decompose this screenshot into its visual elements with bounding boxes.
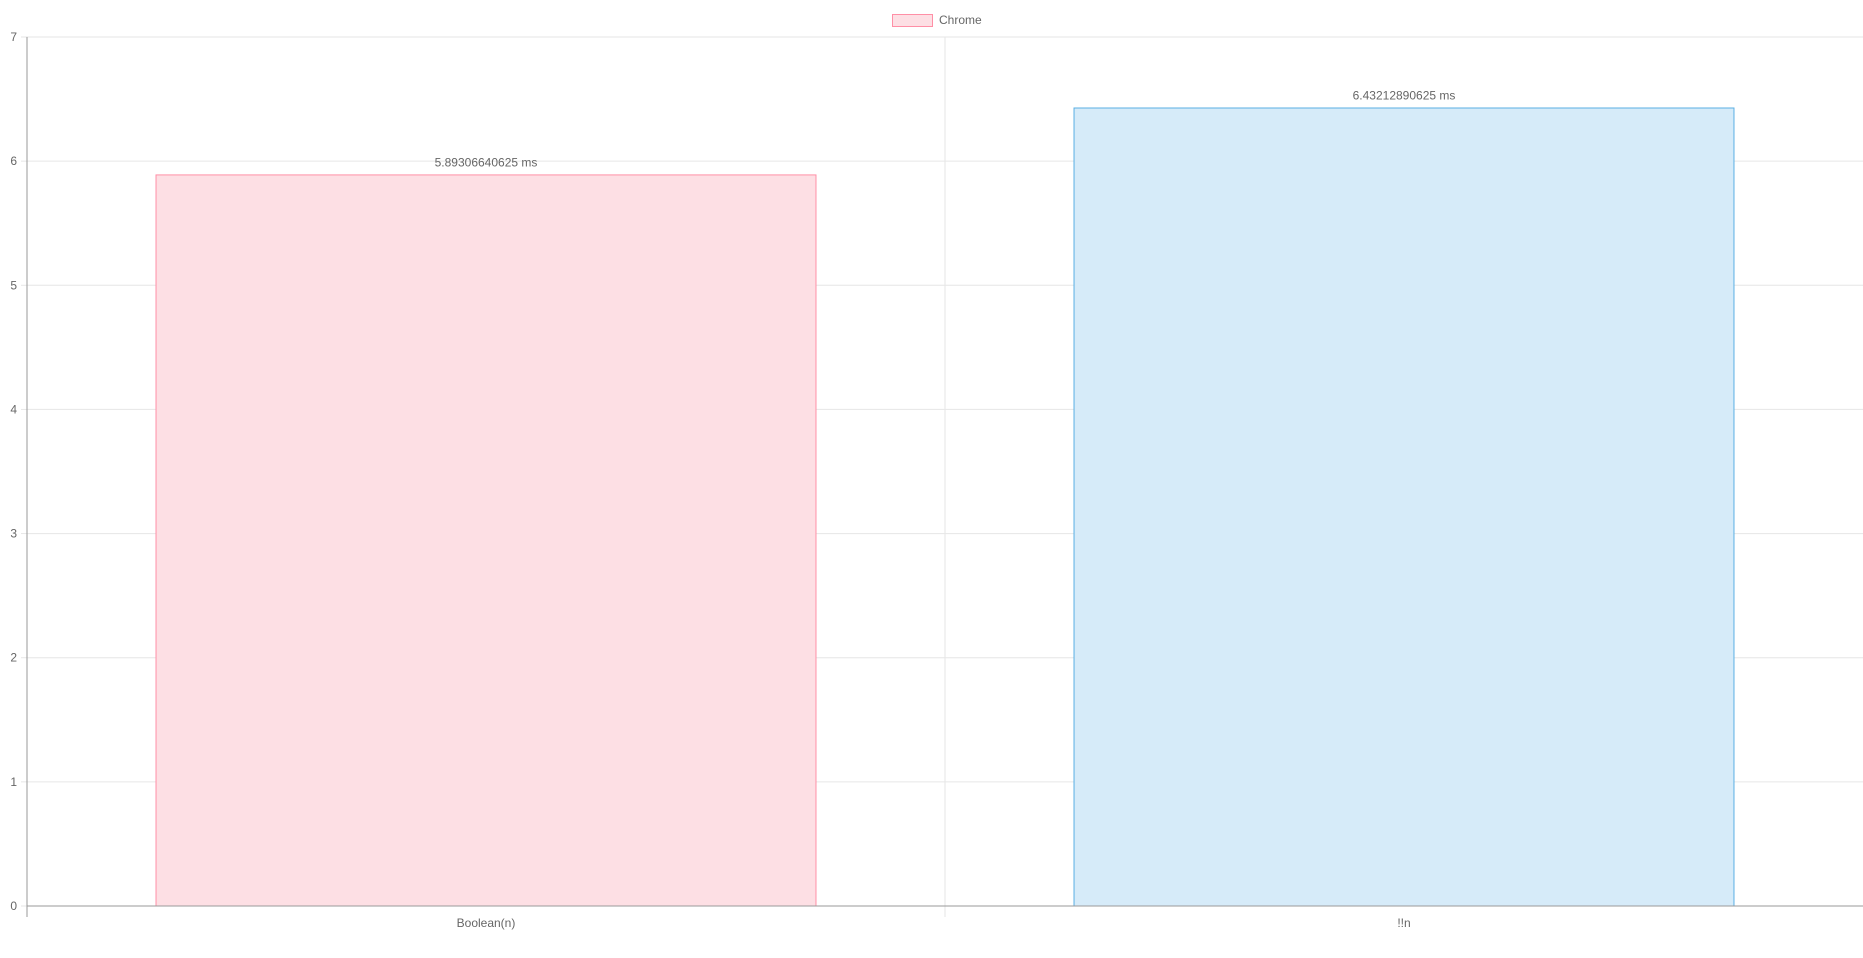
legend-label-chrome[interactable]: Chrome <box>939 13 982 27</box>
y-tick-label: 3 <box>10 527 17 541</box>
y-tick-label: 1 <box>10 775 17 789</box>
x-tick-label: !!n <box>1397 916 1410 930</box>
legend[interactable]: Chrome <box>892 13 983 27</box>
y-tick-label: 0 <box>10 899 17 913</box>
y-tick-label: 6 <box>10 154 17 168</box>
y-tick-label: 2 <box>10 651 17 665</box>
legend-swatch-chrome[interactable] <box>892 14 933 27</box>
bar-2[interactable] <box>1073 107 1735 907</box>
y-tick-label: 4 <box>10 402 17 416</box>
bar-value-label: 6.43212890625 ms <box>1353 88 1456 102</box>
y-tick-label: 5 <box>10 278 17 292</box>
chart-container: 0 1 2 3 4 5 6 7 Boolean(n) !!n 5.89306640625 ms 6.… <box>0 0 1863 958</box>
bar-1[interactable] <box>155 174 817 907</box>
bar-chart: 0 1 2 3 4 5 6 7 Boolean(n) !!n 5.89306640625 ms 6.… <box>10 13 1863 930</box>
bar-value-label: 5.89306640625 ms <box>435 155 538 169</box>
y-tick-label: 7 <box>10 30 17 44</box>
x-tick-label: Boolean(n) <box>457 916 516 930</box>
